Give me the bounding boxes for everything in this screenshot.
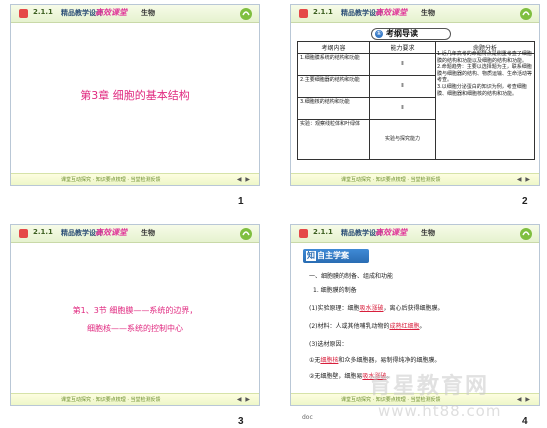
header-subject: 生物 bbox=[421, 9, 435, 17]
section-tag: 知 自主学案 bbox=[303, 249, 369, 263]
lesson-title: 第1、3节 细胞膜——系统的边界， bbox=[72, 306, 198, 315]
nav-arrows-icon[interactable]: ◀ ▶ bbox=[237, 176, 251, 183]
footer-text: 课堂互动探究 · 知识要点梳理 · 当堂检测反馈 bbox=[61, 177, 161, 183]
header-brand: 高效课堂 bbox=[375, 228, 407, 237]
table-header: 能力要求 bbox=[369, 41, 436, 54]
slide-header-bar: 2.1.1 精品教学设计 高效课堂 生物 bbox=[11, 5, 259, 23]
outline-subheading: 1. 细胞膜的制备 bbox=[313, 287, 357, 294]
slide-footer-bar: 课堂互动探究 · 知识要点梳理 · 当堂检测反馈 ◀ ▶ bbox=[11, 173, 259, 185]
table-cell: 2.主要细胞器的结构和功能 bbox=[297, 75, 370, 98]
table-cell: 实验：观察线粒体和叶绿体 bbox=[297, 119, 370, 160]
text-run: (1)实验原理：细胞 bbox=[309, 305, 360, 312]
number-badge-icon: ① bbox=[375, 30, 383, 38]
lesson-subtitle: 细胞核——系统的控制中心 bbox=[87, 324, 183, 333]
nav-arrows-icon[interactable]: ◀ ▶ bbox=[517, 396, 531, 403]
slide-footer-bar: 课堂互动探究 · 知识要点梳理 · 当堂检测反馈 ◀ ▶ bbox=[291, 173, 539, 185]
logo-icon bbox=[240, 8, 252, 20]
slide-number: 1 bbox=[238, 196, 244, 207]
table-cell: Ⅱ bbox=[369, 75, 436, 98]
watermark-url: www.ht88.com bbox=[378, 402, 502, 420]
text-run: ，离心后获得细胞膜。 bbox=[383, 305, 444, 312]
flag-icon bbox=[19, 9, 28, 18]
fill-blank-line: (1)实验原理：细胞吸水涨破，离心后获得细胞膜。 bbox=[309, 303, 444, 312]
text-run: 和众多细胞器，易制得纯净的细胞膜。 bbox=[338, 357, 441, 364]
fill-blank-line: (2)材料：人或其他哺乳动物的成熟红细胞。 bbox=[309, 321, 426, 330]
table-cell: 3.细胞核的结构和功能 bbox=[297, 97, 370, 120]
header-section: 2.1.1 bbox=[33, 228, 53, 236]
flag-icon bbox=[299, 9, 308, 18]
nav-arrows-icon[interactable]: ◀ ▶ bbox=[237, 396, 251, 403]
table-cell: 1.细胞膜系统的结构和功能 bbox=[297, 53, 370, 76]
slide-number: 4 bbox=[522, 416, 528, 427]
text-run: ②无细胞壁，细胞易 bbox=[309, 373, 363, 380]
watermark-title: 育星教育网 bbox=[369, 374, 490, 399]
logo-icon bbox=[520, 228, 532, 240]
section-tag-label: 自主学案 bbox=[317, 251, 349, 260]
slide-number: 3 bbox=[238, 416, 244, 427]
header-brand: 高效课堂 bbox=[95, 228, 127, 237]
knowledge-badge-icon: 知 bbox=[306, 251, 316, 261]
table-cell: Ⅱ bbox=[369, 53, 436, 76]
nav-arrows-icon[interactable]: ◀ ▶ bbox=[517, 176, 531, 183]
header-section: 2.1.1 bbox=[313, 228, 333, 236]
outline-heading: 一、细胞膜的制备、组成和功能 bbox=[309, 273, 394, 280]
text-run: ①无 bbox=[309, 357, 321, 364]
table-cell: Ⅱ bbox=[369, 97, 436, 120]
section-tag-label: 考纲导读 bbox=[386, 29, 418, 38]
slide-footer-bar: 课堂互动探究 · 知识要点梳理 · 当堂检测反馈 ◀ ▶ bbox=[11, 393, 259, 405]
slide-header-bar: 2.1.1 精品教学设计 高效课堂 生物 bbox=[11, 225, 259, 243]
slide-header-bar: 2.1.1 精品教学设计 高效课堂 生物 bbox=[291, 225, 539, 243]
slide-header-bar: 2.1.1 精品教学设计 高效课堂 生物 bbox=[291, 5, 539, 23]
slide-thumbnail-2[interactable]: 2.1.1 精品教学设计 高效课堂 生物 ① 考纲导读 考纲内容 能力要求 命题… bbox=[290, 4, 540, 186]
answer-blank: 成熟红细胞 bbox=[389, 323, 420, 330]
header-brand: 高效课堂 bbox=[375, 8, 407, 17]
fill-blank-line: ①无细胞核和众多细胞器，易制得纯净的细胞膜。 bbox=[309, 355, 440, 364]
slide-thumbnail-1[interactable]: 2.1.1 精品教学设计 高效课堂 生物 第3章 细胞的基本结构 课堂互动探究 … bbox=[10, 4, 260, 186]
header-brand: 高效课堂 bbox=[95, 8, 127, 17]
section-tag: ① 考纲导读 bbox=[371, 28, 451, 40]
table-cell: 实验与探究能力 bbox=[369, 119, 436, 160]
text-run: 。 bbox=[419, 323, 426, 330]
logo-icon bbox=[240, 228, 252, 240]
footer-text: 课堂互动探究 · 知识要点梳理 · 当堂检测反馈 bbox=[61, 397, 161, 403]
text-run: (2)材料：人或其他哺乳动物的 bbox=[309, 323, 390, 330]
analysis-text: 1.近几年高考的命题特点是侧重考查了细胞膜的结构和功能以及细胞的结构和功能。 2… bbox=[437, 51, 533, 97]
table-header: 考纲内容 bbox=[297, 41, 370, 54]
answer-blank: 吸水涨破 bbox=[359, 305, 384, 312]
answer-blank: 细胞核 bbox=[320, 357, 339, 364]
header-subject: 生物 bbox=[421, 229, 435, 237]
header-section: 2.1.1 bbox=[313, 8, 333, 16]
footer-text: 课堂互动探究 · 知识要点梳理 · 当堂检测反馈 bbox=[341, 177, 441, 183]
header-subject: 生物 bbox=[141, 9, 155, 17]
slide-thumbnail-3[interactable]: 2.1.1 精品教学设计 高效课堂 生物 第1、3节 细胞膜——系统的边界， 细… bbox=[10, 224, 260, 406]
slide-number: 2 bbox=[522, 196, 528, 207]
header-section: 2.1.1 bbox=[33, 8, 53, 16]
flag-icon bbox=[19, 229, 28, 238]
flag-icon bbox=[299, 229, 308, 238]
document-icon: doc bbox=[302, 414, 313, 421]
chapter-title: 第3章 细胞的基本结构 bbox=[80, 89, 190, 102]
logo-icon bbox=[520, 8, 532, 20]
outline-item: (3)选材原因： bbox=[309, 341, 348, 348]
header-subject: 生物 bbox=[141, 229, 155, 237]
